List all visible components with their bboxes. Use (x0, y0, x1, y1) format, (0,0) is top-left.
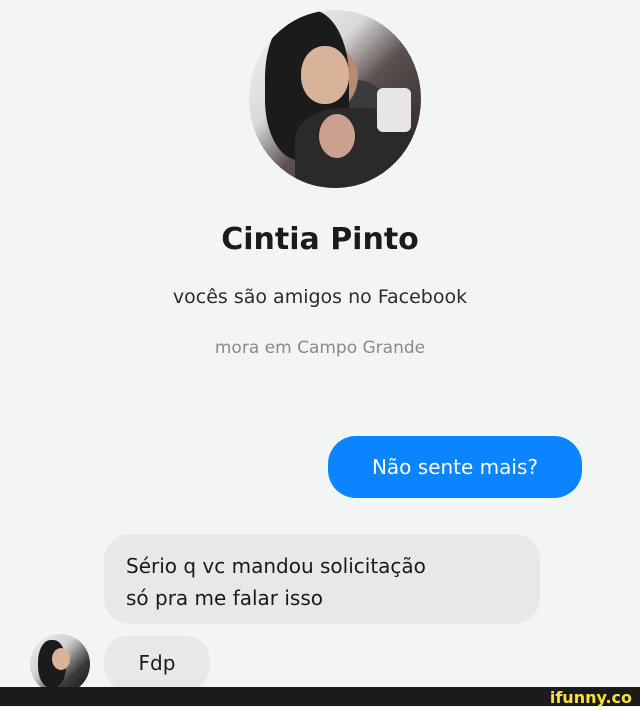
profile-avatar[interactable] (249, 10, 421, 188)
incoming-message-line-2: só pra me falar isso (126, 586, 324, 610)
avatar-face (301, 46, 349, 104)
ifunny-logo: ifunny.co (549, 688, 632, 707)
incoming-message-bubble-2[interactable]: Fdp (104, 636, 210, 690)
profile-location: mora em Campo Grande (214, 338, 426, 358)
chat-screen: Cintia Pinto vocês são amigos no Faceboo… (0, 0, 640, 694)
sender-avatar[interactable] (30, 634, 90, 694)
avatar-sign (377, 88, 411, 132)
incoming-message-line-1: Sério q vc mandou solicitação (126, 554, 426, 578)
avatar-shoulder (319, 114, 355, 158)
profile-name[interactable]: Cintia Pinto (0, 222, 640, 257)
incoming-message-bubble[interactable]: Sério q vc mandou solicitação só pra me … (104, 534, 540, 624)
friends-status: vocês são amigos no Facebook (172, 286, 468, 308)
watermark-bar: ifunny.co (0, 687, 640, 707)
outgoing-message-bubble[interactable]: Não sente mais? (328, 436, 582, 498)
sender-avatar-face (52, 648, 70, 670)
